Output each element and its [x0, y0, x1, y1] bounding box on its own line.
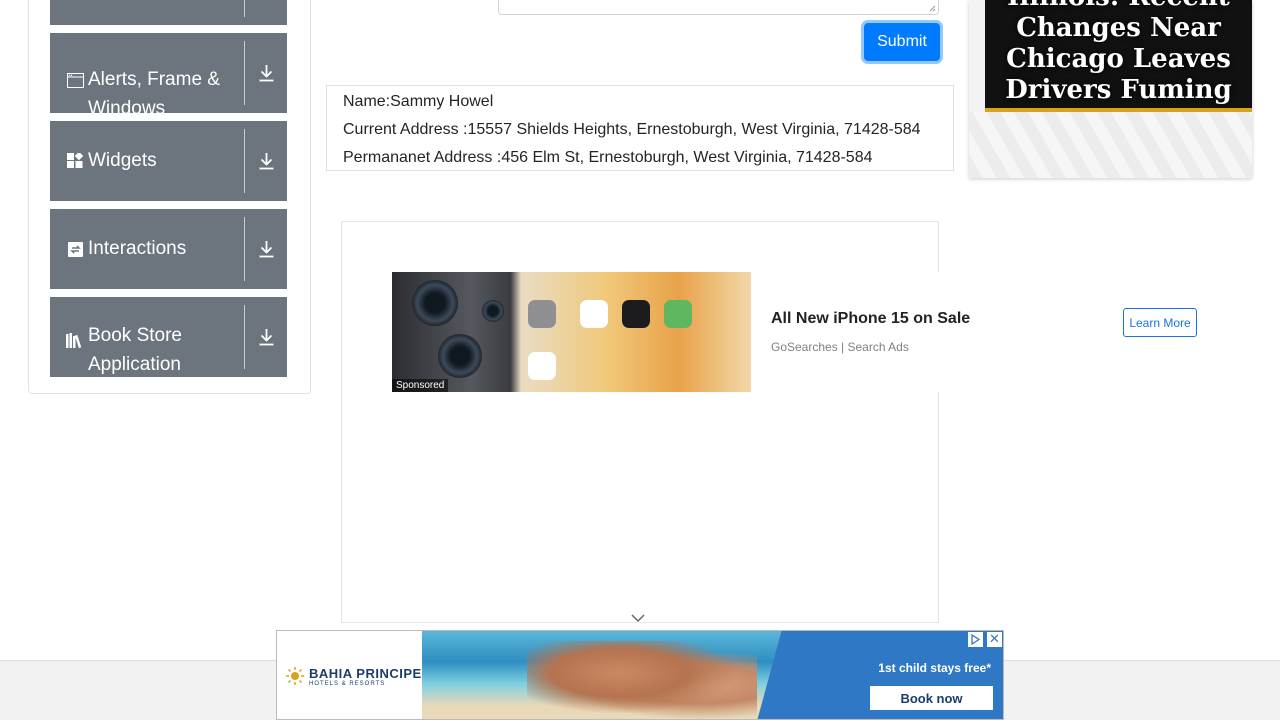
close-ad-icon[interactable]: ✕: [987, 632, 1002, 647]
bahia-principe-logo: BAHIA PRINCIPE HOTELS & RESORTS: [277, 631, 422, 719]
ad-offer-text: 1st child stays free*: [878, 661, 991, 675]
accordion-group-interactions[interactable]: Interactions: [50, 209, 287, 289]
ad-title[interactable]: All New iPhone 15 on Sale: [771, 310, 970, 328]
accordion-label-alerts: Alerts, Frame & Windows: [88, 69, 220, 119]
ad-source: GoSearches | Search Ads: [771, 340, 909, 354]
sun-logo-icon: [286, 667, 304, 685]
download-arrow-icon: [259, 329, 273, 346]
download-arrow-icon: [245, 0, 287, 25]
adchoices-icon[interactable]: [968, 632, 983, 647]
sponsored-ad-card[interactable]: Sponsored All New iPhone 15 on Sale GoSe…: [392, 272, 1212, 392]
news-headline: Illinois: Recent Changes Near Chicago Le…: [1005, 0, 1232, 105]
books-icon: [66, 331, 84, 349]
accordion-group-bookstore[interactable]: Book Store Application: [50, 297, 287, 377]
output-current-address: Current Address :15557 Shields Heights, …: [343, 121, 921, 138]
widgets-icon: [66, 152, 84, 170]
output-name: Name:Sammy Howel: [343, 93, 494, 110]
download-arrow-icon: [259, 241, 273, 258]
submit-button[interactable]: Submit: [864, 23, 940, 61]
accordion-label-interactions: Interactions: [88, 238, 187, 259]
bottom-banner-ad[interactable]: BAHIA PRINCIPE HOTELS & RESORTS 1st chil…: [276, 630, 1004, 720]
beach-people-image: [527, 641, 757, 719]
output-permanent-address: Permananet Address :456 Elm St, Ernestob…: [343, 149, 873, 166]
accordion-group-widgets[interactable]: Widgets: [50, 121, 287, 201]
news-ad-image[interactable]: Illinois: Recent Changes Near Chicago Le…: [985, 0, 1252, 112]
book-now-button[interactable]: Book now: [868, 684, 995, 712]
interactions-icon: [66, 240, 84, 258]
accordion-label-bookstore: Book Store Application: [88, 325, 182, 375]
right-news-ad[interactable]: Illinois: Recent Changes Near Chicago Le…: [969, 0, 1252, 178]
accordion-group-alerts[interactable]: Alerts, Frame & Windows: [50, 33, 287, 119]
output-box: Name:Sammy Howel Current Address :15557 …: [326, 85, 954, 171]
permanent-address-textarea[interactable]: [498, 0, 939, 15]
learn-more-button[interactable]: Learn More: [1123, 308, 1197, 337]
download-arrow-icon: [259, 153, 273, 170]
resize-handle-icon[interactable]: [929, 5, 936, 12]
accordion-label-widgets: Widgets: [88, 150, 157, 171]
chevron-down-icon[interactable]: [630, 612, 646, 624]
sponsored-tag: Sponsored: [392, 379, 449, 392]
accordion-group-previous[interactable]: [50, 0, 287, 25]
window-icon: [66, 71, 84, 89]
iphone-ad-image[interactable]: Sponsored: [392, 272, 751, 392]
download-arrow-icon: [259, 65, 273, 82]
page: Alerts, Frame & Windows Widgets Interact…: [0, 0, 1280, 720]
